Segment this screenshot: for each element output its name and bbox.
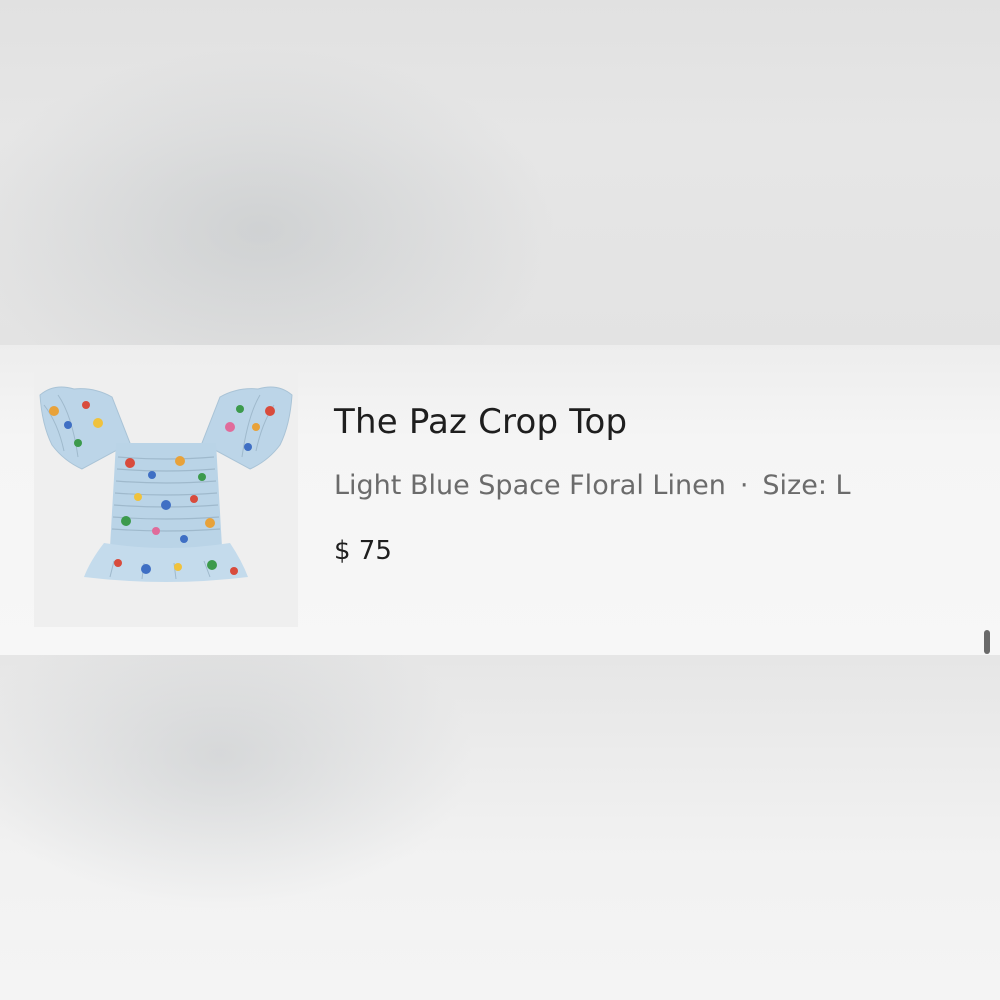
product-price: $ 75 — [334, 536, 392, 566]
scrollbar-thumb[interactable] — [984, 630, 990, 654]
crop-top-image — [39, 386, 293, 582]
product-details: Light Blue Space Floral Linen · Size: L — [334, 468, 974, 504]
separator-dot: · — [739, 470, 749, 501]
blurred-background-top — [0, 0, 1000, 345]
blurred-background-bottom — [0, 655, 1000, 1000]
product-list-item[interactable]: The Paz Crop Top Light Blue Space Floral… — [0, 345, 1000, 655]
product-size: Size: L — [762, 470, 851, 501]
product-variant: Light Blue Space Floral Linen — [334, 470, 726, 501]
product-name[interactable]: The Paz Crop Top — [334, 400, 974, 444]
product-thumbnail[interactable] — [34, 365, 298, 627]
product-info: The Paz Crop Top Light Blue Space Floral… — [334, 400, 974, 568]
screen: The Paz Crop Top Light Blue Space Floral… — [0, 0, 1000, 1000]
